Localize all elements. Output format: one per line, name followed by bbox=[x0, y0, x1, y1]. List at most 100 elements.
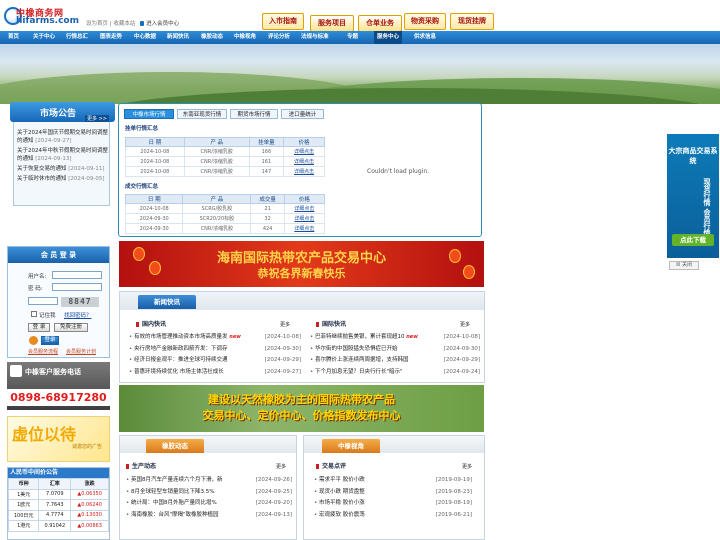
detail-link[interactable]: 详细点击 bbox=[282, 156, 326, 167]
banner2-line2: 交易中心、定价中心、价格指数发布中心 bbox=[202, 409, 401, 422]
list-item[interactable]: 8月全球轻型车销量同比下降3.5%[2024-09-25] bbox=[126, 486, 292, 498]
tab-zx-market[interactable]: 中橡市场行情 bbox=[124, 109, 174, 119]
intl-more-link[interactable]: 更多 bbox=[460, 321, 470, 328]
set-home-link[interactable]: 设为首页 bbox=[86, 21, 108, 27]
top-btn-procurement[interactable]: 物资采购 bbox=[404, 13, 446, 30]
remember-checkbox[interactable] bbox=[31, 311, 37, 317]
list-item[interactable]: 央行房地产金融新政四箭齐发：下调存[2024-09-30] bbox=[129, 343, 301, 355]
intl-news-title: 国际快讯 bbox=[316, 319, 346, 328]
notice-item[interactable]: 关于2024年中秋节假期交易时间调整的通知 [2024-09-13] bbox=[17, 147, 109, 163]
production-more-link[interactable]: 更多 bbox=[276, 463, 286, 470]
table-row: 1欧元 7.7643 ▲0.06240 bbox=[7, 499, 109, 511]
list-item[interactable]: 需求平平 胶价小跌[2019-09-19] bbox=[314, 475, 472, 487]
list-item[interactable]: 海南橡胶：台风"摩羯"致橡胶种植园[2024-09-13] bbox=[126, 509, 292, 521]
list-item[interactable]: 普惠环境持续优化 市场主体活社成长[2024-09-27] bbox=[129, 366, 301, 378]
member-plan-link[interactable]: 会员服务计划 bbox=[66, 348, 96, 355]
captcha-image[interactable]: 8847 bbox=[61, 297, 99, 307]
member-process-link[interactable]: 会员服务流程 bbox=[28, 348, 58, 355]
market-board: 中橡市场行情 东南亚现货行情 期货市场行情 进口量统计 挂单行情汇总 日 期产 … bbox=[118, 103, 482, 237]
list-item[interactable]: 巴菲特继续抛售美银，累计套现超10 new[2024-10-08] bbox=[310, 332, 480, 344]
table-row: 1美元 7.0709 ▲0.06350 bbox=[7, 488, 109, 500]
banner2-line1: 建设以天然橡胶为主的国际热带农产品 bbox=[208, 393, 395, 406]
ad-subtitle: 诚邀您的广告 bbox=[72, 444, 103, 450]
detail-link[interactable]: 详细点击 bbox=[282, 146, 326, 157]
rmb-rate-table: 人民币中间价公告 币种 汇率 涨跌 1美元 7.0709 ▲0.06350 1欧元 7.7… bbox=[7, 467, 110, 540]
member-login: 会 员 登 录 用户名: 密 码: 8847 记住我 找回密码？ 登 录 免费注… bbox=[7, 246, 110, 358]
site-logo[interactable]: 中橡商务网 hifarms.com bbox=[4, 5, 84, 27]
forgot-password-link[interactable]: 找回密码？ bbox=[64, 311, 92, 319]
notice-item[interactable]: 关于临时休市的通知 [2024-09-05] bbox=[17, 175, 109, 183]
list-item[interactable]: 宏观疲软 胶价震荡[2019-06-21] bbox=[314, 509, 472, 521]
new-year-banner[interactable]: 海南国际热带农产品交易中心 恭祝各界新春快乐 bbox=[119, 241, 484, 287]
detail-link[interactable]: 详细点击 bbox=[282, 166, 326, 177]
list-item[interactable]: 英国8月汽车产量连续六个月下滑，新[2024-09-26] bbox=[126, 475, 292, 487]
password-input[interactable] bbox=[52, 283, 102, 291]
top-btn-guide[interactable]: 入市指南 bbox=[262, 13, 304, 30]
member-center-link[interactable]: 进入会员中心 bbox=[146, 21, 179, 27]
login-button[interactable]: 登 录 bbox=[28, 323, 50, 332]
rubber-news-tab[interactable]: 橡胶动态 bbox=[146, 439, 204, 453]
list-item[interactable]: 华尔街的中国股猛失恐惧症已开始[2024-09-30] bbox=[310, 343, 480, 355]
nav-data[interactable]: 中心数据 bbox=[134, 31, 156, 44]
top-btn-services[interactable]: 服务项目 bbox=[310, 15, 354, 32]
list-item[interactable]: 现货小跌 期货盘整[2019-08-23] bbox=[314, 486, 472, 498]
enter-button[interactable]: 登录 bbox=[41, 336, 59, 345]
new-badge: new bbox=[229, 334, 241, 340]
download-button[interactable]: 点此下载 bbox=[672, 234, 714, 246]
top-btn-spot-listing[interactable]: 现货挂牌 bbox=[450, 13, 494, 30]
detail-link[interactable]: 详细点击 bbox=[283, 213, 326, 224]
list-item[interactable]: 统计局：中国8月外胎产量同比增%[2024-09-20] bbox=[126, 498, 292, 510]
notice-list: 关于2024年国庆节假期交易时间调整的通知 [2024-09-27] 关于202… bbox=[17, 129, 109, 185]
nav-home[interactable]: 首页 bbox=[8, 31, 19, 44]
nav-quotes[interactable]: 行情总汇 bbox=[66, 31, 88, 44]
tab-futures[interactable]: 期货市场行情 bbox=[230, 109, 278, 119]
intl-news-list: 巴菲特继续抛售美银，累计套现超10 new[2024-10-08] 华尔街的中国… bbox=[310, 332, 480, 378]
trade-review-more-link[interactable]: 更多 bbox=[462, 463, 472, 470]
ad-vertical-text: 现货行情 会员行情 bbox=[703, 178, 711, 237]
nav-view[interactable]: 中橡视角 bbox=[234, 31, 256, 44]
domestic-more-link[interactable]: 更多 bbox=[280, 321, 290, 328]
detail-link[interactable]: 详细点击 bbox=[283, 203, 326, 214]
nav-news[interactable]: 新闻快讯 bbox=[167, 31, 189, 44]
top-btn-warehouse[interactable]: 仓单业务 bbox=[358, 15, 402, 32]
nav-about[interactable]: 关于中心 bbox=[33, 31, 55, 44]
notice-item[interactable]: 关于2024年国庆节假期交易时间调整的通知 [2024-09-27] bbox=[17, 129, 109, 145]
register-button[interactable]: 免费注册 bbox=[54, 323, 88, 332]
news-tab[interactable]: 新闻快讯 bbox=[138, 295, 196, 309]
captcha-input[interactable] bbox=[28, 297, 58, 305]
list-item[interactable]: 下个月加息无望？日央行行长"暗示"[2024-09-24] bbox=[310, 366, 480, 378]
list-item[interactable]: 市场平稳 胶价小涨[2019-08-19] bbox=[314, 498, 472, 510]
ad-placeholder[interactable]: 虚位以待 诚邀您的广告 bbox=[7, 416, 110, 462]
bookmark-link[interactable]: 收藏本站 bbox=[113, 21, 135, 27]
center-slogan-banner[interactable]: 建设以天然橡胶为主的国际热带农产品 交易中心、定价中心、价格指数发布中心 bbox=[119, 385, 484, 432]
list-item[interactable]: 喜尔腾价上涨连续两周据增，支持韩国[2024-09-29] bbox=[310, 355, 480, 367]
table-row: 2024-09-30 CNR/浓缩乳胶 424 详细点击 bbox=[124, 223, 326, 234]
nav-topics[interactable]: 专题 bbox=[347, 31, 358, 44]
trade-review-title: 交易点评 bbox=[316, 461, 346, 470]
close-ad-button[interactable]: ☒ 关闭 bbox=[669, 261, 699, 270]
nav-charts[interactable]: 图表走势 bbox=[100, 31, 122, 44]
detail-link[interactable]: 详细点击 bbox=[283, 223, 326, 234]
listing-title: 挂单行情汇总 bbox=[125, 126, 159, 132]
notice-more-link[interactable]: 更多 >> bbox=[85, 115, 109, 122]
trading-system-ad[interactable]: 大宗商品交易系统 现货行情 会员行情 点此下载 bbox=[667, 134, 719, 258]
tab-sea-spot[interactable]: 东南亚现货行情 bbox=[177, 109, 227, 119]
nav-rubber[interactable]: 橡胶动态 bbox=[201, 31, 223, 44]
nav-service[interactable]: 服务中心 bbox=[374, 31, 403, 44]
logo-en: hifarms.com bbox=[16, 16, 79, 26]
list-item[interactable]: 经济日报金观平：推进全球可持续交通[2024-09-29] bbox=[129, 355, 301, 367]
header: 中橡商务网 hifarms.com 设为首页 | 收藏本站 进入会员中心 入市指… bbox=[0, 0, 720, 32]
phone-icon bbox=[10, 365, 22, 377]
table-header-row: 日 期产 品成交量 价格 bbox=[124, 194, 326, 204]
zx-view-tab[interactable]: 中橡视角 bbox=[322, 439, 380, 453]
username-input[interactable] bbox=[52, 271, 102, 279]
nav-analysis[interactable]: 评论分析 bbox=[268, 31, 290, 44]
rmb-title: 人民币中间价公告 bbox=[8, 468, 109, 478]
nav-law[interactable]: 法规与标准 bbox=[301, 31, 329, 44]
news-header: 新闻快讯 bbox=[120, 292, 484, 310]
notice-item[interactable]: 关于恢复交易的通知 [2024-09-11] bbox=[17, 165, 109, 173]
list-item[interactable]: 有效的市场管理推动资本市场高质量发 new[2024-10-08] bbox=[129, 332, 301, 344]
nav-supply[interactable]: 供求信息 bbox=[414, 31, 436, 44]
tab-import[interactable]: 进口量统计 bbox=[281, 109, 324, 119]
table-header-row: 币种 汇率 涨跌 bbox=[7, 478, 109, 490]
